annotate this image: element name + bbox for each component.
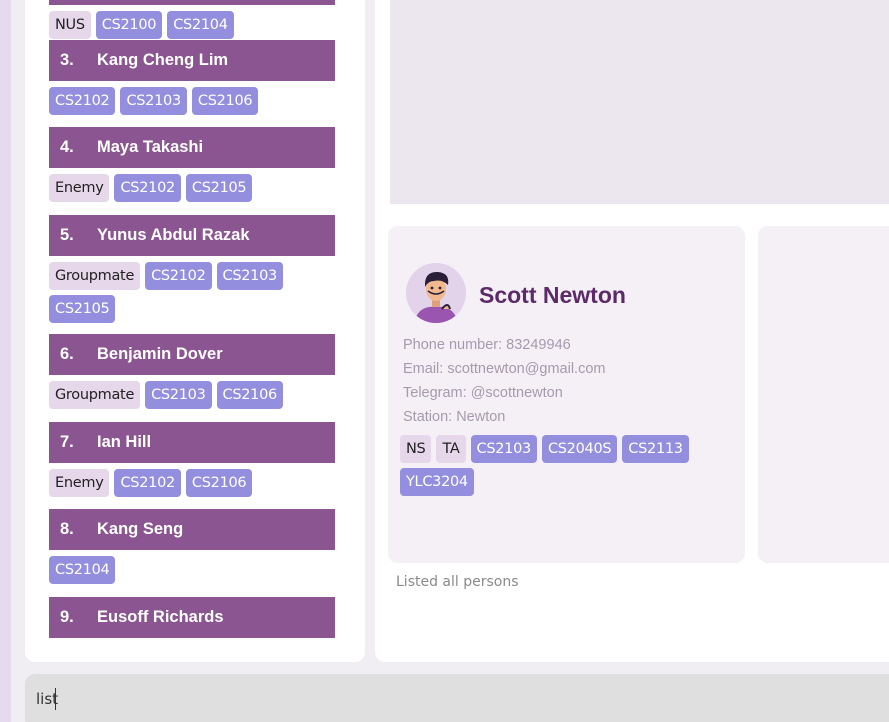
tag: CS2102 xyxy=(114,469,181,497)
person-card-header: 6. Benjamin Dover xyxy=(49,334,335,375)
tag: TA xyxy=(436,435,466,463)
person-tags: Groupmate CS2102 CS2103 CS2105 xyxy=(49,262,337,323)
person-card[interactable]: 6. Benjamin Dover Groupmate CS2103 CS2106 xyxy=(49,334,335,409)
person-index: 3. xyxy=(60,51,74,69)
text-caret xyxy=(55,688,56,710)
tag: CS2103 xyxy=(145,381,212,409)
tag: Groupmate xyxy=(49,262,141,290)
detail-name: Scott Newton xyxy=(479,282,626,308)
person-card-header: 7. Ian Hill xyxy=(49,422,335,463)
person-card-header: 8. Kang Seng xyxy=(49,509,335,550)
tag: NS xyxy=(400,435,432,463)
previous-card-tags: NUS CS2100 CS2104 xyxy=(49,11,337,39)
person-card[interactable]: 4. Maya Takashi Enemy CS2102 CS2105 xyxy=(49,127,335,202)
person-tags: Groupmate CS2103 CS2106 xyxy=(49,381,337,409)
person-card[interactable]: 8. Kang Seng CS2104 xyxy=(49,509,335,584)
person-tags: Enemy CS2102 CS2105 xyxy=(49,174,337,202)
person-card[interactable]: 5. Yunus Abdul Razak Groupmate CS2102 CS2103… xyxy=(49,215,335,323)
detail-tags: NS TA CS2103 CS2040S CS2113 YLC3204 xyxy=(400,435,730,496)
person-name: Yunus Abdul Razak xyxy=(97,226,250,244)
person-card[interactable]: 3. Kang Cheng Lim CS2102 CS2103 CS2106 xyxy=(49,40,335,115)
person-index: 4. xyxy=(60,138,74,156)
tag: CS2103 xyxy=(470,435,537,463)
person-index: 9. xyxy=(60,608,74,626)
tag: Enemy xyxy=(49,174,110,202)
person-avatar-icon xyxy=(406,263,466,323)
person-card-header: 5. Yunus Abdul Razak xyxy=(49,215,335,256)
person-card-header: 4. Maya Takashi xyxy=(49,127,335,168)
person-tags: CS2102 CS2103 CS2106 xyxy=(49,87,337,115)
top-display-area xyxy=(390,0,889,204)
tag: CS2104 xyxy=(49,556,116,584)
person-name: Kang Seng xyxy=(97,520,184,538)
tag: CS2113 xyxy=(622,435,689,463)
tag: CS2106 xyxy=(185,469,253,497)
tag: CS2105 xyxy=(49,295,116,323)
tag: CS2103 xyxy=(216,262,283,290)
tag: CS2105 xyxy=(185,174,253,202)
person-index: 7. xyxy=(60,433,74,451)
person-card[interactable]: 9. Eusoff Richards xyxy=(49,597,335,638)
person-list-panel: NUS CS2100 CS2104 3. Kang Cheng Lim CS2102 CS… xyxy=(25,0,365,662)
tag: CS2102 xyxy=(49,87,116,115)
person-name: Maya Takashi xyxy=(97,138,204,156)
previous-card-header xyxy=(49,0,335,5)
person-index: 8. xyxy=(60,520,74,538)
tag: CS2104 xyxy=(167,11,234,39)
status-message: Listed all persons xyxy=(396,574,519,590)
tag: CS2102 xyxy=(114,174,181,202)
person-tags: Enemy CS2102 CS2106 xyxy=(49,469,337,497)
person-list[interactable]: NUS CS2100 CS2104 3. Kang Cheng Lim CS2102 CS… xyxy=(49,0,337,662)
command-input[interactable] xyxy=(36,688,636,710)
person-index: 5. xyxy=(60,226,74,244)
person-name: Eusoff Richards xyxy=(97,608,224,626)
tag: NUS xyxy=(49,11,91,39)
tag: CS2106 xyxy=(216,381,283,409)
tag: CS2102 xyxy=(145,262,212,290)
person-index: 6. xyxy=(60,345,74,363)
tag: CS2100 xyxy=(95,11,163,39)
tag: CS2103 xyxy=(120,87,187,115)
person-card-header: 3. Kang Cheng Lim xyxy=(49,40,335,81)
tag: Groupmate xyxy=(49,381,141,409)
tag: CS2106 xyxy=(191,87,259,115)
tag: YLC3204 xyxy=(400,468,474,496)
person-card[interactable]: 7. Ian Hill Enemy CS2102 CS2106 xyxy=(49,422,335,497)
person-tags: CS2104 xyxy=(49,556,337,584)
detail-phone: Phone number: 83249946 xyxy=(403,337,571,353)
command-box xyxy=(25,674,889,722)
avatar xyxy=(406,263,466,323)
next-detail-card xyxy=(758,226,889,563)
person-name: Ian Hill xyxy=(97,433,152,451)
detail-station: Station: Newton xyxy=(403,409,506,425)
left-edge-strip xyxy=(0,0,11,722)
person-name: Kang Cheng Lim xyxy=(97,51,229,69)
detail-telegram: Telegram: @scottnewton xyxy=(403,385,563,401)
tag: CS2040S xyxy=(541,435,618,463)
person-name: Benjamin Dover xyxy=(97,345,223,363)
person-detail-card: Scott Newton Phone number: 83249946 Emai… xyxy=(388,226,745,563)
person-card-header: 9. Eusoff Richards xyxy=(49,597,335,638)
detail-email: Email: scottnewton@gmail.com xyxy=(403,361,606,377)
tag: Enemy xyxy=(49,469,110,497)
